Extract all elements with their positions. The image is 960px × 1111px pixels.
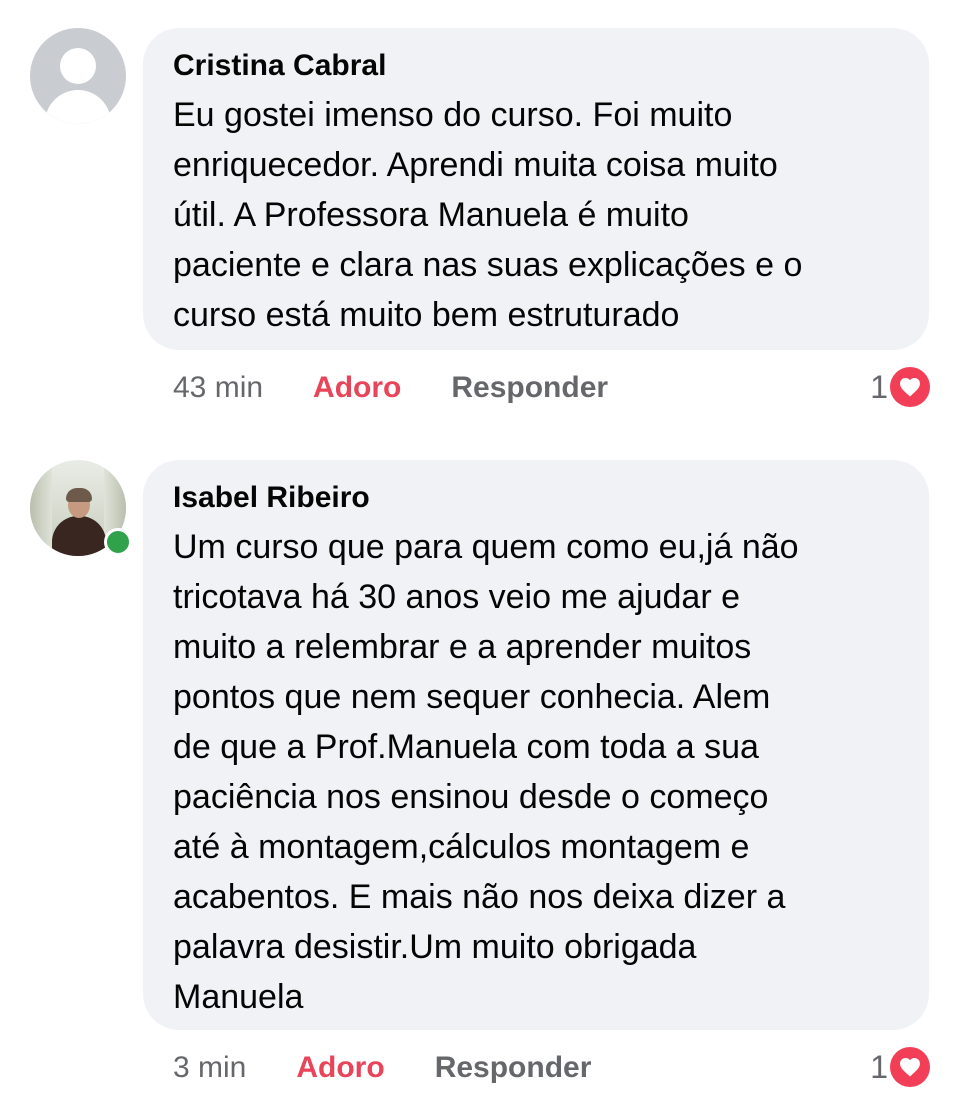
reaction-count: 1 <box>870 368 888 405</box>
reaction-button[interactable]: Adoro <box>313 371 401 405</box>
love-icon <box>890 367 930 407</box>
reply-button[interactable]: Responder <box>435 1051 592 1085</box>
reaction-summary[interactable]: 1 <box>870 365 930 409</box>
comment-bubble: Cristina Cabral Eu gostei imenso do curs… <box>143 28 929 350</box>
comment-text: Eu gostei imenso do curso. Foi muito enr… <box>173 96 803 334</box>
comment-actions: 3 min Adoro Responder <box>173 1046 591 1090</box>
comment-timestamp[interactable]: 43 min <box>173 371 263 405</box>
comment-author[interactable]: Isabel Ribeiro <box>173 480 899 516</box>
reply-button[interactable]: Responder <box>451 371 608 405</box>
comment-bubble: Isabel Ribeiro Um curso que para quem co… <box>143 460 929 1030</box>
love-icon <box>890 1047 930 1087</box>
comment-text: Um curso que para quem como eu,já não tr… <box>173 528 799 1016</box>
online-status-indicator <box>104 528 132 556</box>
reaction-count: 1 <box>870 1048 888 1085</box>
avatar[interactable] <box>30 28 126 124</box>
comment-actions: 43 min Adoro Responder <box>173 366 608 410</box>
reaction-summary[interactable]: 1 <box>870 1045 930 1089</box>
comment-author[interactable]: Cristina Cabral <box>173 48 899 84</box>
reaction-button[interactable]: Adoro <box>296 1051 384 1085</box>
default-profile-icon <box>60 48 96 84</box>
comment-timestamp[interactable]: 3 min <box>173 1051 246 1085</box>
